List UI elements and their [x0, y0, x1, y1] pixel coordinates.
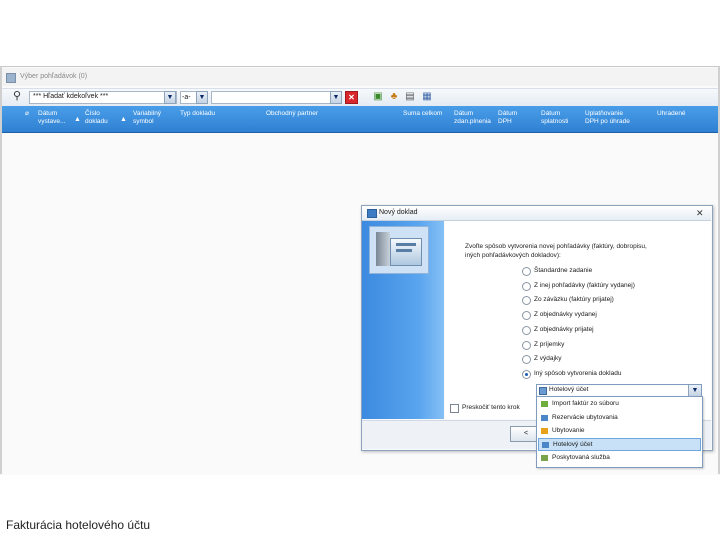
radio-label: Štandardne zadanie: [534, 267, 593, 274]
sort-icon[interactable]: ▲: [120, 116, 127, 123]
search-dropdown-button[interactable]: ▼: [164, 91, 176, 104]
radio-button[interactable]: [522, 282, 531, 291]
radio-label: Z objednávky prijatej: [534, 326, 594, 333]
sort-icon[interactable]: ▲: [74, 116, 81, 123]
window-titlebar: [2, 68, 718, 86]
radio-button[interactable]: [522, 341, 531, 350]
dropdown-item[interactable]: Poskytovaná služba: [538, 452, 701, 465]
filter-select[interactable]: -a-: [180, 91, 197, 104]
column-header[interactable]: Dátum zdan.plnenia: [454, 110, 491, 126]
service-icon: [541, 455, 548, 461]
hotel-bill-icon: [542, 442, 549, 448]
users-icon[interactable]: ♣: [388, 91, 400, 103]
column-header[interactable]: Dátum DPH: [498, 110, 517, 126]
other-method-dropdown-list: Import faktúr zo súboru Rezervácie ubyto…: [536, 396, 703, 468]
search-input-value: *** Hľadať kdekoľvek ***: [33, 93, 109, 100]
dialog-title: Nový doklad: [379, 209, 418, 216]
radio-label: Z inej pohľadávky (faktúry vydanej): [534, 282, 635, 289]
chevron-down-icon[interactable]: ▼: [688, 385, 701, 396]
bed-icon: [541, 428, 548, 434]
app-icon: [6, 73, 16, 83]
dropdown-item[interactable]: Import faktúr zo súboru: [538, 398, 701, 411]
dropdown-item-highlighted[interactable]: Hotelový účet: [538, 438, 701, 451]
filter-input[interactable]: [211, 91, 333, 104]
slide-caption: Fakturácia hotelového účtu: [6, 518, 151, 532]
close-icon[interactable]: ✕: [696, 208, 704, 219]
search-input[interactable]: *** Hľadať kdekoľvek ***: [29, 91, 177, 104]
skip-step-label: Preskočiť tento krok: [462, 404, 520, 411]
radio-label: Z výdajky: [534, 355, 562, 362]
clear-filter-button[interactable]: ✕: [345, 91, 358, 104]
dropdown-item-label: Rezervácie ubytovania: [552, 414, 618, 421]
dialog-prompt: Zvoľte spôsob vytvorenia novej pohľadávk…: [465, 243, 647, 259]
dropdown-item-label: Poskytovaná služba: [552, 454, 610, 461]
radio-button[interactable]: [522, 267, 531, 276]
column-header[interactable]: Dátum vystave...: [38, 110, 65, 126]
dropdown-item[interactable]: Ubytovanie: [538, 425, 701, 438]
filter-input-dropdown-button[interactable]: ▼: [330, 91, 342, 104]
filter-dropdown-button[interactable]: ▼: [196, 91, 208, 104]
radio-label: Zo záväzku (faktúry prijatej): [534, 296, 614, 303]
radio-button[interactable]: [522, 355, 531, 364]
dropdown-item-label: Import faktúr zo súboru: [552, 400, 619, 407]
radio-label: Iný spôsob vytvorenia dokladu: [534, 370, 622, 377]
dropdown-item-label: Ubytovanie: [552, 427, 585, 434]
radio-button[interactable]: [522, 326, 531, 335]
document-illustration: [396, 243, 416, 246]
dialog-app-icon: [367, 209, 377, 218]
export-icon[interactable]: ▣: [372, 91, 384, 103]
document-icon[interactable]: ▤: [404, 91, 416, 103]
window-title: Výber pohľadávok (0): [20, 73, 88, 80]
radio-button[interactable]: [522, 296, 531, 305]
radio-label: Z objednávky vydanej: [534, 311, 597, 318]
radio-button[interactable]: [522, 311, 531, 320]
column-header[interactable]: Číslo dokladu: [85, 110, 108, 126]
binoculars-icon[interactable]: ⚲: [13, 91, 21, 102]
column-header[interactable]: Suma celkom: [403, 110, 442, 118]
document-illustration: [376, 232, 390, 266]
column-header[interactable]: Uplatňovanie DPH po úhrade: [585, 110, 630, 126]
columns-icon[interactable]: ▦: [421, 91, 433, 103]
document-illustration: [396, 249, 412, 252]
column-attachment-icon[interactable]: ⌀: [25, 110, 29, 118]
column-header[interactable]: Uhradené: [657, 110, 686, 118]
import-icon: [541, 401, 548, 407]
dropdown-item-label: Hotelový účet: [553, 441, 593, 448]
column-header[interactable]: Dátum splatnosti: [541, 110, 568, 126]
reservation-icon: [541, 415, 548, 421]
dropdown-item[interactable]: Rezervácie ubytovania: [538, 412, 701, 425]
radio-button-selected[interactable]: [522, 370, 531, 379]
column-header[interactable]: Obchodný partner: [266, 110, 318, 118]
column-header[interactable]: Variabilný symbol: [133, 110, 161, 126]
skip-step-checkbox[interactable]: [450, 404, 459, 413]
radio-label: Z príjemky: [534, 341, 565, 348]
combo-value: Hotelový účet: [549, 386, 589, 393]
column-header[interactable]: Typ dokladu: [180, 110, 215, 118]
hotel-bill-icon: [539, 387, 547, 395]
